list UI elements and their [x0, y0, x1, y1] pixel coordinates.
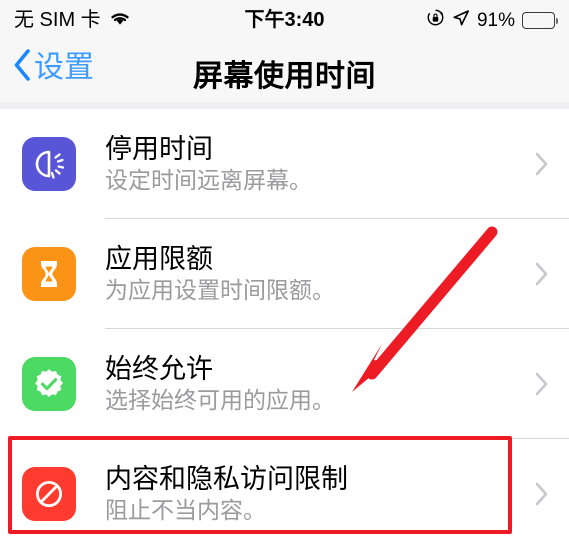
battery-percent-label: 91% [476, 9, 515, 31]
chevron-right-icon [535, 262, 549, 286]
iphone-screen: 无 SIM 卡 下午3:40 91% 设置 屏幕使用时间 停用时间 设定时间远离… [0, 0, 569, 549]
chevron-right-icon [535, 372, 549, 396]
list-item-text-block: 停用时间 设定时间远离屏幕。 [105, 134, 569, 194]
rotation-lock-icon [426, 8, 445, 32]
status-bar-left: 无 SIM 卡 [14, 9, 132, 32]
navigation-bar: 设置 屏幕使用时间 [0, 40, 569, 102]
battery-icon [522, 11, 558, 29]
status-bar: 无 SIM 卡 下午3:40 91% [0, 0, 569, 40]
wifi-icon [108, 9, 132, 32]
list-item-always-allowed[interactable]: 始终允许 选择始终可用的应用。 [0, 329, 569, 439]
list-item-text-block: 内容和隐私访问限制 阻止不当内容。 [105, 464, 569, 524]
list-item-subtitle: 选择始终可用的应用。 [105, 387, 335, 414]
list-item-title: 内容和隐私访问限制 [105, 464, 348, 494]
settings-list: 停用时间 设定时间远离屏幕。 应用限额 为应用设置时间限额。 始终允许 选择始终… [0, 109, 569, 549]
clock-label: 下午3:40 [244, 8, 325, 31]
prohibited-icon [22, 467, 76, 521]
list-item-subtitle: 为应用设置时间限额。 [105, 277, 335, 304]
list-item-text-block: 应用限额 为应用设置时间限额。 [105, 244, 569, 304]
carrier-label: 无 SIM 卡 [14, 9, 101, 31]
status-bar-right: 91% [426, 8, 558, 32]
list-item-title: 始终允许 [105, 354, 213, 384]
section-gap [0, 102, 569, 109]
chevron-right-icon [535, 482, 549, 506]
downtime-icon [22, 137, 76, 191]
list-item-title: 停用时间 [105, 134, 213, 164]
hourglass-icon [22, 247, 76, 301]
list-item-subtitle: 设定时间远离屏幕。 [105, 167, 312, 194]
list-item-app-limits[interactable]: 应用限额 为应用设置时间限额。 [0, 219, 569, 329]
list-item-text-block: 始终允许 选择始终可用的应用。 [105, 354, 569, 414]
chevron-right-icon [535, 152, 549, 176]
page-title: 屏幕使用时间 [193, 60, 376, 93]
list-item-content-privacy-restrictions[interactable]: 内容和隐私访问限制 阻止不当内容。 [0, 439, 569, 549]
checkmark-seal-icon [22, 357, 76, 411]
list-item-title: 应用限额 [105, 244, 213, 274]
list-item-downtime[interactable]: 停用时间 设定时间远离屏幕。 [0, 109, 569, 219]
location-arrow-icon [452, 9, 470, 32]
list-item-subtitle: 阻止不当内容。 [105, 497, 266, 524]
